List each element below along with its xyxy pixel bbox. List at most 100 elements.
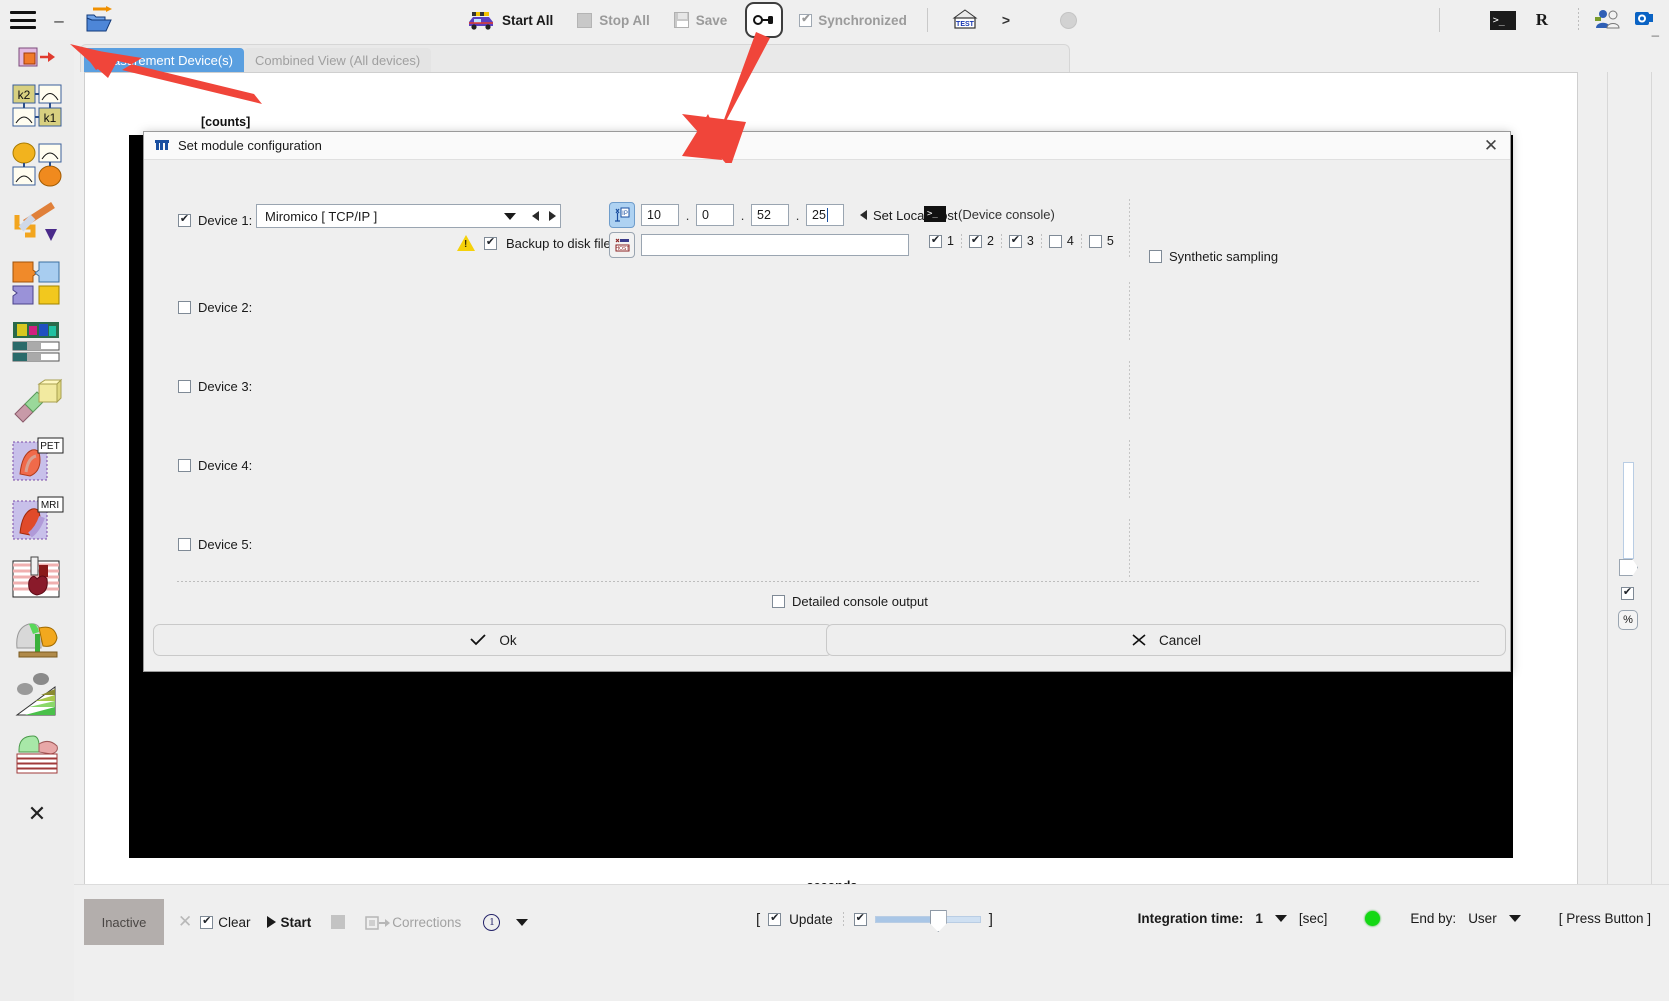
sidebar-item-heart-probe[interactable] (0, 548, 74, 607)
plot-scale-slider[interactable] (1623, 462, 1634, 559)
r-console-button[interactable]: R (1516, 10, 1568, 30)
toolbar-divider-3 (1578, 8, 1579, 32)
status-button[interactable]: Inactive (84, 899, 164, 945)
corrections-icon[interactable] (365, 915, 391, 930)
plot-scale-thumb[interactable] (1619, 559, 1638, 576)
device-1-checkbox[interactable] (178, 214, 191, 227)
end-by-dropdown[interactable] (1508, 915, 1521, 922)
device-1-prev-icon[interactable] (532, 211, 539, 221)
channel-5-checkbox[interactable] (1088, 234, 1102, 248)
sidebar-item-shapes[interactable] (0, 135, 74, 194)
info-icon[interactable]: 1 (483, 913, 501, 931)
channel-1-checkbox[interactable] (929, 234, 942, 248)
tab-measurement-devices[interactable]: Measurement Device(s) (84, 48, 244, 72)
device-1-next-icon[interactable] (549, 211, 556, 221)
channel-4-checkbox[interactable] (1048, 234, 1062, 248)
dialog-ok-button[interactable]: Ok (153, 624, 833, 656)
device-3-toggle[interactable]: Device 3: (178, 379, 252, 394)
detailed-console-output-toggle[interactable]: Detailed console output (772, 594, 928, 609)
channel-2[interactable]: 2 (962, 234, 1001, 248)
dialog-cancel-button[interactable]: Cancel (826, 624, 1506, 656)
start-label[interactable]: Start (281, 915, 312, 930)
device-2-checkbox[interactable] (178, 301, 191, 314)
test-button[interactable]: TEST (938, 3, 992, 37)
channel-2-checkbox[interactable] (968, 234, 982, 248)
camera-icon[interactable] (1627, 8, 1669, 33)
device-5-checkbox[interactable] (178, 538, 191, 551)
backup-to-disk-checkbox[interactable] (484, 236, 497, 250)
synchronized-checkbox[interactable] (799, 13, 813, 27)
synthetic-sampling-checkbox[interactable] (1149, 250, 1162, 263)
device-console-label: (Device console) (958, 206, 1055, 222)
channel-5[interactable]: 5 (1082, 234, 1121, 248)
channel-4[interactable]: 4 (1042, 234, 1081, 248)
record-circle-icon[interactable] (1060, 11, 1077, 29)
host-mode-button[interactable]: HOST (609, 232, 635, 258)
sidebar-close-button[interactable]: ✕ (0, 784, 74, 844)
dialog-close-icon[interactable]: ✕ (1480, 135, 1502, 157)
device-4-toggle[interactable]: Device 4: (178, 458, 252, 473)
ip-octet-2[interactable]: 0 (696, 204, 734, 226)
device-console-icon[interactable]: >_ (924, 206, 946, 222)
stop-all-button[interactable]: Stop All (565, 3, 662, 37)
channel-3[interactable]: 3 (1002, 234, 1041, 248)
ip-octet-1[interactable]: 10 (641, 204, 679, 226)
sidebar-item-tools[interactable] (0, 194, 74, 253)
integration-time-dropdown[interactable] (1274, 915, 1287, 922)
sidebar-module-add-icon[interactable] (0, 40, 74, 76)
percent-button[interactable]: % (1618, 610, 1638, 630)
tab-combined-view[interactable]: Combined View (All devices) (244, 48, 432, 72)
device-2-toggle[interactable]: Device 2: (178, 300, 252, 315)
sidebar-item-terrain[interactable] (0, 666, 74, 725)
synchronized-toggle[interactable]: Synchronized (789, 13, 917, 28)
save-button[interactable]: Save (662, 3, 740, 37)
device-1-toggle[interactable]: Device 1: (178, 213, 252, 228)
ip-octet-3[interactable]: 52 (751, 204, 789, 226)
ip-octet-4[interactable]: 25 (806, 204, 844, 226)
device-5-toggle[interactable]: Device 5: (178, 537, 252, 552)
channel-2-label: 2 (986, 234, 994, 248)
autoscale-checkbox[interactable] (1621, 587, 1634, 600)
sidebar-item-3d[interactable] (0, 371, 74, 430)
update-divider (842, 911, 844, 928)
stop-square-icon[interactable] (331, 915, 346, 929)
device-4-checkbox[interactable] (178, 459, 191, 472)
device-console-group[interactable]: >_ (Device console) (924, 206, 1055, 222)
update-rate-slider[interactable] (874, 910, 981, 932)
clear-checkbox[interactable] (200, 915, 214, 929)
open-folder-icon[interactable] (84, 5, 114, 35)
device-3-label: Device 3: (198, 379, 253, 394)
device-3-checkbox[interactable] (178, 380, 191, 393)
bottom-control-bar: Inactive ✕ Clear Start Corrections 1 [ (74, 884, 1669, 1001)
synthetic-sampling-toggle[interactable]: Synthetic sampling (1149, 249, 1278, 264)
play-icon[interactable] (266, 916, 276, 928)
update-rate-thumb[interactable] (929, 910, 947, 932)
ip-mode-button[interactable]: IP (609, 202, 635, 228)
sidebar-item-k2k1[interactable]: k2 k1 (0, 76, 74, 135)
users-icon[interactable] (1589, 7, 1627, 34)
device-1-type-combo[interactable]: Miromico [ TCP/IP ] (256, 204, 561, 228)
sidebar-item-pet[interactable]: PET (0, 430, 74, 489)
host-name-input[interactable] (641, 234, 909, 256)
terminal-icon[interactable]: >_ (1489, 10, 1516, 30)
minimize-icon[interactable]: – (52, 12, 66, 29)
device-1-type-dropdown-icon[interactable] (504, 213, 516, 220)
update-checkbox[interactable] (768, 913, 782, 926)
bottom-options-dropdown[interactable] (516, 918, 529, 926)
sidebar-item-puzzle[interactable] (0, 253, 74, 312)
close-measurement-icon[interactable]: ✕ (170, 912, 200, 932)
module-configuration-button[interactable] (745, 2, 784, 38)
corrections-label[interactable]: Corrections (392, 915, 461, 930)
sidebar-item-head[interactable] (0, 607, 74, 666)
press-button-label[interactable]: [ Press Button ] (1559, 911, 1651, 926)
update-rate-checkbox[interactable] (853, 913, 867, 926)
channel-1[interactable]: 1 (922, 234, 961, 248)
start-all-button[interactable]: Start All (455, 3, 565, 37)
sidebar-item-colorbar[interactable] (0, 312, 74, 371)
sidebar-item-mri[interactable]: MRI (0, 489, 74, 548)
detailed-console-checkbox[interactable] (772, 595, 785, 608)
next-arrow-label[interactable]: > (992, 12, 1020, 28)
channel-3-checkbox[interactable] (1008, 234, 1022, 248)
menu-icon[interactable] (10, 11, 36, 29)
sidebar-item-stack[interactable] (0, 725, 74, 784)
